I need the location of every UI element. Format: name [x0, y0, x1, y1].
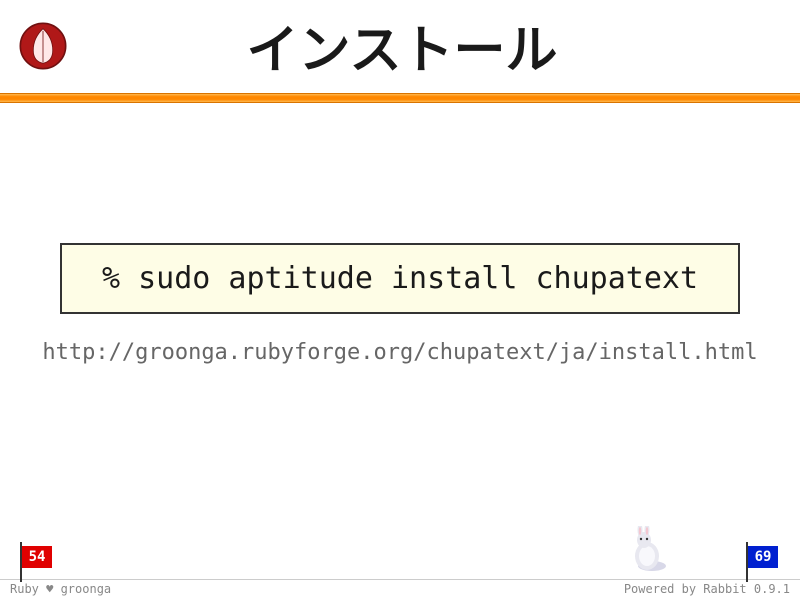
footer-baseline [0, 579, 800, 580]
slide-content: % sudo aptitude install chupatext http:/… [0, 103, 800, 365]
credit-suffix: groonga [53, 582, 111, 596]
page-title: インストール [90, 8, 714, 83]
rabbit-icon [624, 526, 670, 578]
slide-header: インストール [0, 0, 800, 93]
reference-url: http://groonga.rubyforge.org/chupatext/j… [40, 340, 760, 365]
header-divider [0, 93, 800, 103]
total-slides-flag: 69 [748, 546, 778, 568]
current-slide-flag: 54 [22, 546, 52, 568]
credit-prefix: Ruby [10, 582, 46, 596]
install-command: % sudo aptitude install chupatext [60, 243, 740, 314]
credit-left: Ruby ♥ groonga [10, 582, 111, 596]
credit-right: Powered by Rabbit 0.9.1 [624, 582, 790, 596]
ruby-logo-icon [16, 19, 70, 73]
